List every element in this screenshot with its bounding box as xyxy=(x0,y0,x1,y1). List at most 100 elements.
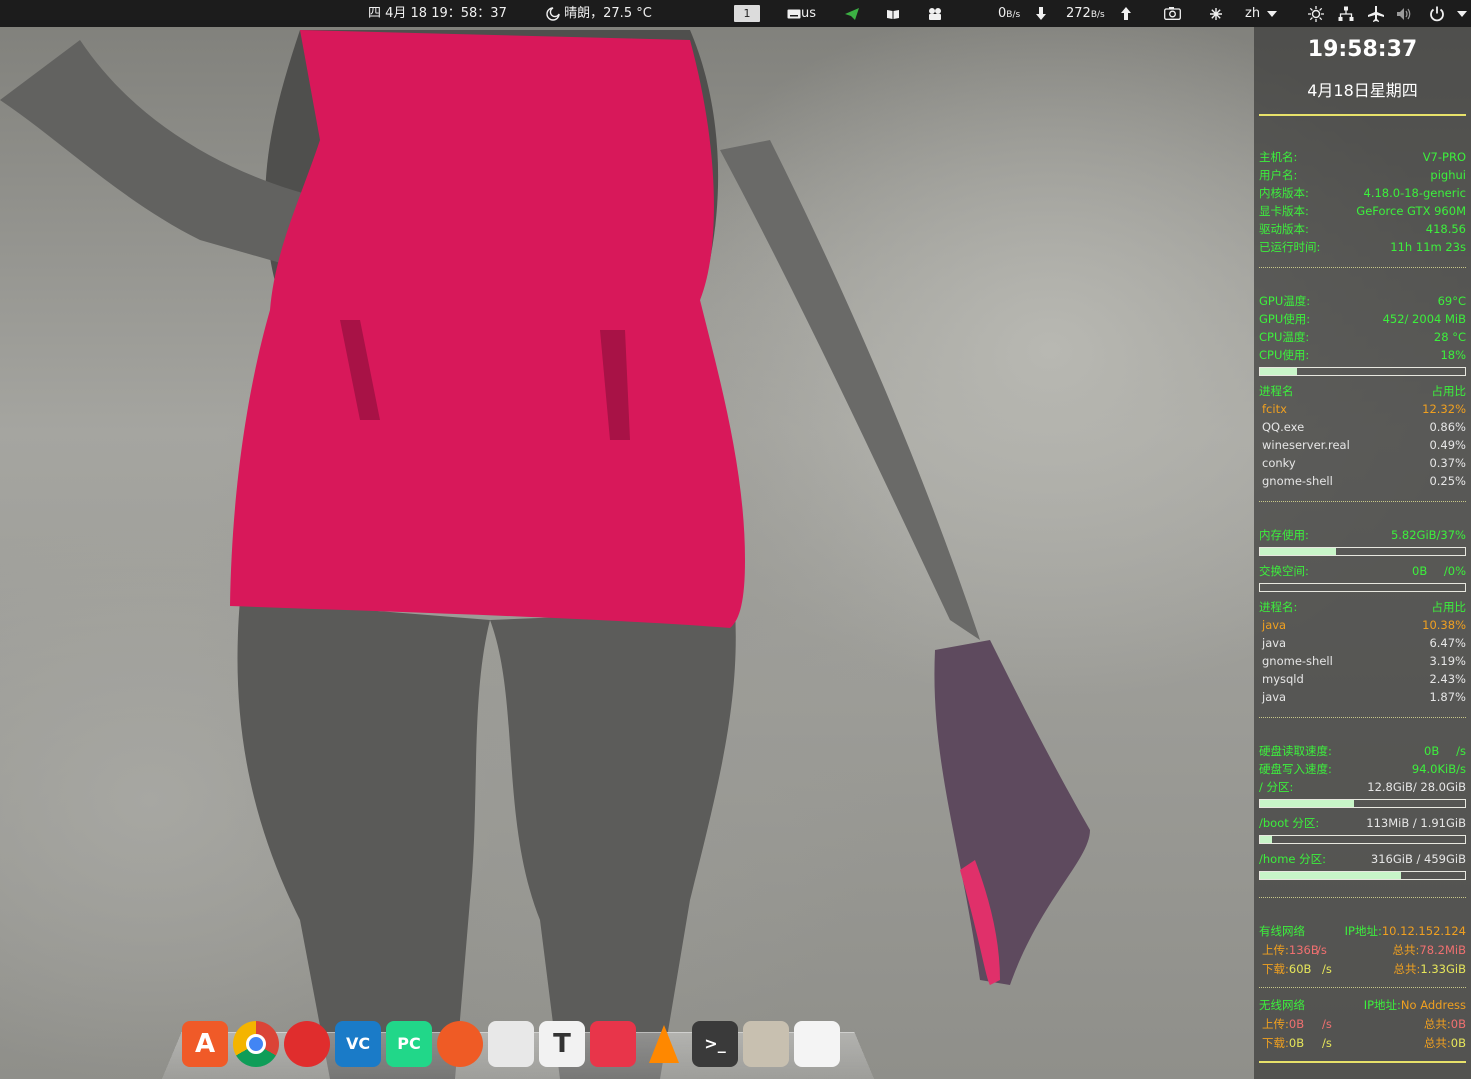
wired-upload-row: 上传:136B /s 总共:78.2MiB xyxy=(1259,941,1466,959)
dock-typora-glyph: T xyxy=(553,1029,571,1059)
wireless-up-total: 0B xyxy=(1450,1017,1466,1031)
boot-partition-row: /boot 分区: 113MiB / 1.91GiB xyxy=(1259,814,1466,832)
airplane-icon xyxy=(1368,5,1385,22)
mem-process-row-value: 2.43% xyxy=(1429,672,1466,686)
reader-tray[interactable] xyxy=(886,0,900,27)
wireless-title: 无线网络 xyxy=(1259,998,1305,1012)
telegram-icon xyxy=(845,7,859,20)
hardware-row-label: CPU使用: xyxy=(1259,348,1310,362)
workspace-indicator[interactable]: 1 xyxy=(734,5,760,22)
dock-terminal-icon[interactable]: >_ xyxy=(692,1021,738,1067)
wired-download-row: 下载:60B /s 总共:1.33GiB xyxy=(1259,960,1466,978)
hardware-row-value: 18% xyxy=(1440,348,1466,362)
cpu-process-row: wineserver.real 0.49% xyxy=(1259,436,1466,454)
root-partition-label: / 分区: xyxy=(1259,780,1294,794)
cpu-process-row: gnome-shell 0.25% xyxy=(1259,472,1466,490)
camera-app-tray[interactable] xyxy=(927,0,943,27)
cpu-process-row-value: 0.25% xyxy=(1429,474,1466,488)
dock-vscode-icon[interactable]: VC xyxy=(335,1021,381,1067)
dock-milk-glyph xyxy=(488,1021,534,1067)
clock-datetime[interactable]: 四 4月 18 19：58：37 xyxy=(368,0,507,27)
swap-value: 0B xyxy=(1412,564,1428,578)
dock-milk-icon[interactable] xyxy=(488,1021,534,1067)
dock-postman-icon[interactable] xyxy=(437,1021,483,1067)
system-info-row-label: 已运行时间: xyxy=(1259,240,1321,254)
disk-write-row: 硬盘写入速度: 94.0KiB/s xyxy=(1259,760,1466,778)
home-partition-bar xyxy=(1259,871,1466,880)
down-arrow-icon xyxy=(1036,7,1047,20)
wired-ip-label: IP地址: xyxy=(1344,924,1382,938)
home-partition-bar-fill xyxy=(1260,872,1401,879)
boot-partition-bar-fill xyxy=(1260,836,1272,843)
power-icon xyxy=(1429,6,1444,21)
dock-postman-glyph xyxy=(437,1021,483,1067)
mem-value: 5.82GiB/37% xyxy=(1390,528,1466,542)
dock-xmind-icon[interactable] xyxy=(590,1021,636,1067)
mem-process-row-value: 1.87% xyxy=(1429,690,1466,704)
cpu-process-row-label: gnome-shell xyxy=(1262,474,1333,488)
cpu-usage-bar-fill xyxy=(1260,368,1297,375)
wired-up-total-label: 总共: xyxy=(1392,943,1420,957)
conky-system-monitor: 19:58:37 4月18日星期四 主机名: V7-PRO 用户名: pighui 内核… xyxy=(1254,27,1471,1079)
swap-usage-bar xyxy=(1259,583,1466,592)
cpu-process-row: conky 0.37% xyxy=(1259,454,1466,472)
wireless-up-label: 上传: xyxy=(1262,1017,1289,1031)
mem-process-row: gnome-shell 3.19% xyxy=(1259,652,1466,670)
divider xyxy=(1259,267,1466,268)
dock-vlc-icon[interactable] xyxy=(641,1021,687,1067)
mem-process-row-label: gnome-shell xyxy=(1262,654,1333,668)
dock-app-store-icon[interactable]: A xyxy=(182,1021,228,1067)
dock-files-icon[interactable] xyxy=(743,1021,789,1067)
boot-partition-label: /boot 分区: xyxy=(1259,816,1320,830)
disk-write-value: 94.0KiB/s xyxy=(1411,762,1466,776)
language-selector[interactable]: zh xyxy=(1245,0,1278,27)
swap-label: 交换空间: xyxy=(1259,564,1309,578)
wireless-down-total-label: 总共: xyxy=(1423,1036,1451,1050)
cpu-process-row-value: 12.32% xyxy=(1422,402,1466,416)
conky-date: 4月18日星期四 xyxy=(1307,81,1418,100)
wired-up-total: 78.2MiB xyxy=(1419,943,1466,957)
keyboard-layout[interactable]: us xyxy=(787,0,816,27)
dock-netease-music-glyph xyxy=(284,1021,330,1067)
cpu-process-row-value: 0.49% xyxy=(1429,438,1466,452)
desktop-wallpaper xyxy=(0,0,1471,1079)
system-menu[interactable] xyxy=(1308,0,1467,27)
mem-process-row-value: 10.38% xyxy=(1422,618,1466,632)
dock-text-editor-glyph xyxy=(794,1021,840,1067)
system-info-row: 用户名: pighui xyxy=(1259,166,1466,184)
mem-process-row-label: java xyxy=(1262,636,1287,650)
hardware-row-label: CPU温度: xyxy=(1259,330,1310,344)
network-icon xyxy=(1338,6,1354,21)
home-partition-row: /home 分区: 316GiB / 459GiB xyxy=(1259,850,1466,868)
divider xyxy=(1259,717,1466,718)
dock-chrome-icon[interactable] xyxy=(233,1021,279,1067)
dock-pycharm-icon[interactable]: PC xyxy=(386,1021,432,1067)
system-info-row: 显卡版本: GeForce GTX 960M xyxy=(1259,202,1466,220)
telegram-tray[interactable] xyxy=(844,0,860,27)
home-partition-label: /home 分区: xyxy=(1259,852,1327,866)
disk-read-unit: /s xyxy=(1456,744,1466,758)
hardware-row: CPU温度: 28 °C xyxy=(1259,328,1466,346)
screenshot-tray[interactable] xyxy=(1164,0,1181,27)
system-info-row: 驱动版本: 418.56 xyxy=(1259,220,1466,238)
system-info-row-value: 11h 11m 23s xyxy=(1390,240,1466,254)
system-info-row-label: 显卡版本: xyxy=(1259,204,1309,218)
divider xyxy=(1259,987,1466,988)
snow-tray[interactable] xyxy=(1210,0,1222,27)
wired-up-value: 136B xyxy=(1288,943,1319,957)
wired-down-unit: /s xyxy=(1322,962,1332,976)
volume-icon xyxy=(1397,7,1411,20)
dock-xmind-glyph xyxy=(590,1021,636,1067)
language-label: zh xyxy=(1245,6,1261,21)
wired-down-total-label: 总共: xyxy=(1393,962,1421,976)
dock-netease-music-icon[interactable] xyxy=(284,1021,330,1067)
wireless-network-header: 无线网络 IP地址:No Address xyxy=(1259,996,1466,1014)
proc-header-name: 进程名 xyxy=(1259,384,1294,398)
chrome-center xyxy=(246,1034,266,1054)
dock-typora-icon[interactable]: T xyxy=(539,1021,585,1067)
root-partition-row: / 分区: 12.8GiB/ 28.0GiB xyxy=(1259,778,1466,796)
dock-text-editor-icon[interactable] xyxy=(794,1021,840,1067)
weather-indicator[interactable]: 晴朗，27.5 °C xyxy=(546,0,652,27)
cpu-process-row-value: 0.37% xyxy=(1429,456,1466,470)
proc-header-name: 进程名: xyxy=(1259,600,1298,614)
